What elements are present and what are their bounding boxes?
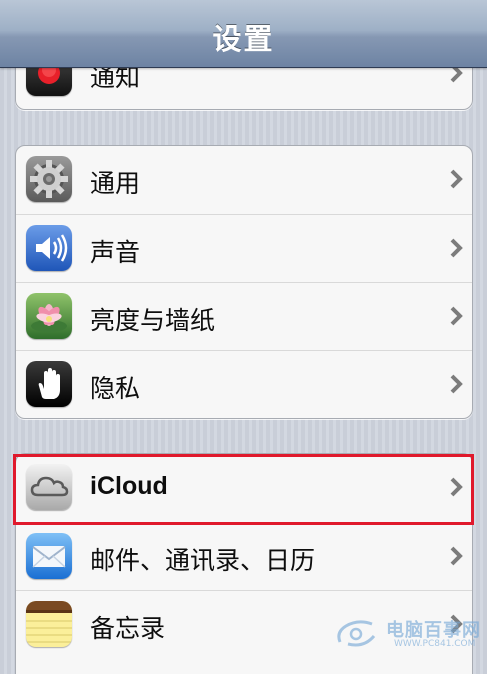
settings-row-label: iCloud [90, 472, 168, 500]
chevron-right-icon [450, 169, 463, 189]
speaker-icon [26, 225, 72, 271]
mail-envelope-icon [26, 533, 72, 579]
flower-wallpaper-icon [26, 293, 72, 339]
settings-row-sounds[interactable]: 声音 [16, 214, 472, 282]
watermark: 电脑百事网 WWW.PC841.COM [334, 612, 484, 654]
notes-pad-icon [26, 601, 72, 647]
settings-row-icloud[interactable]: iCloud [16, 454, 472, 521]
settings-row-label: 声音 [90, 238, 141, 267]
navigation-bar: 设置 [0, 0, 487, 68]
settings-row-label: 隐私 [90, 374, 141, 403]
cloud-icon [26, 464, 72, 510]
chevron-right-icon [450, 238, 463, 258]
settings-row-label: 亮度与墙纸 [90, 306, 216, 335]
gear-icon [26, 156, 72, 202]
settings-row-label: 通用 [90, 169, 141, 198]
chevron-right-icon [450, 306, 463, 326]
settings-row-label: 备忘录 [90, 614, 166, 643]
chevron-right-icon [450, 546, 463, 566]
settings-group-system: 通用 声音 亮度与墙纸 隐私 [15, 145, 473, 419]
chevron-right-icon [450, 477, 463, 497]
settings-row-brightness-wallpaper[interactable]: 亮度与墙纸 [16, 282, 472, 350]
settings-row-general[interactable]: 通用 [16, 146, 472, 213]
watermark-logo-icon [337, 620, 376, 647]
watermark-url: WWW.PC841.COM [394, 639, 476, 649]
page-title: 设置 [212, 22, 275, 56]
settings-row-label: 邮件、通讯录、日历 [90, 546, 316, 575]
settings-row-privacy[interactable]: 隐私 [16, 350, 472, 418]
settings-row-mail-contacts-calendars[interactable]: 邮件、通讯录、日历 [16, 522, 472, 590]
hand-privacy-icon [26, 361, 72, 407]
chevron-right-icon [450, 374, 463, 394]
